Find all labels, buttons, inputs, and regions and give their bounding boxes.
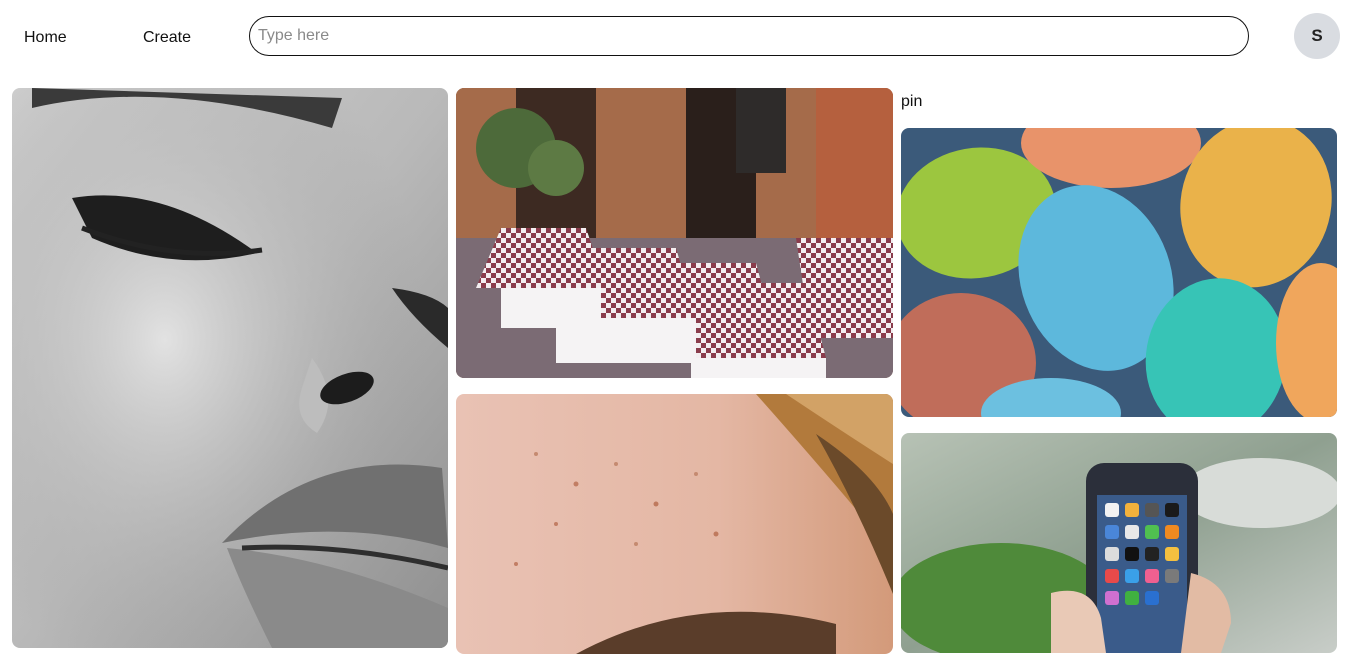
- pin-card-freckles[interactable]: [456, 394, 893, 654]
- pin-card-phone[interactable]: [901, 433, 1337, 653]
- search-input[interactable]: [249, 16, 1249, 56]
- face-photo: [12, 88, 448, 648]
- pin-card-eggs[interactable]: [901, 128, 1337, 417]
- pin-card-cafe[interactable]: [456, 88, 893, 378]
- home-link[interactable]: Home: [24, 28, 67, 48]
- freckles-photo: [456, 394, 893, 654]
- easter-eggs-photo: [901, 128, 1337, 417]
- pin-card-portrait[interactable]: [12, 88, 448, 648]
- top-navigation-bar: Home Create S: [0, 0, 1349, 75]
- smartphone-photo: [901, 433, 1337, 653]
- cafe-photo: [456, 88, 893, 378]
- pin-title: pin: [901, 93, 923, 110]
- user-avatar[interactable]: S: [1294, 13, 1340, 59]
- create-link[interactable]: Create: [143, 28, 191, 48]
